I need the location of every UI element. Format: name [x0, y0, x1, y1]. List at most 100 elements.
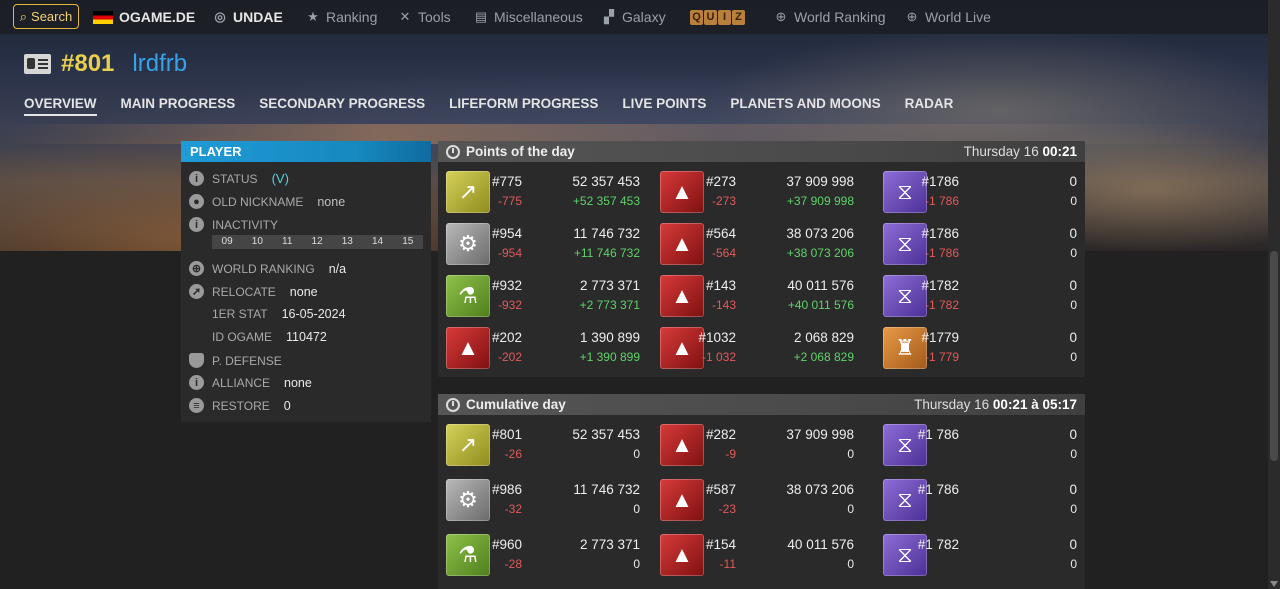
points-value: 2 773 371 [579, 278, 640, 293]
points-value: 0 [1069, 174, 1077, 189]
nav-world-ranking[interactable]: ⊕ World Ranking [774, 0, 886, 34]
rank-change: -26 [504, 447, 522, 461]
points-value: 0 [1069, 537, 1077, 552]
green-category-icon[interactable]: ⚗ [446, 275, 490, 317]
player-name[interactable]: lrdfrb [132, 50, 187, 78]
gray-category-icon[interactable]: ⚙ [446, 479, 490, 521]
gray-category-icon[interactable]: ⚙ [446, 223, 490, 265]
tools-icon: ✕ [399, 9, 411, 24]
scrollbar-thumb[interactable] [1270, 251, 1278, 461]
orange-category-icon[interactable]: ♜ [883, 327, 927, 369]
stat-cell: ⧖ #1786 0 -1 786 0 [883, 169, 1077, 215]
points-change: 0 [633, 502, 640, 516]
nav-ranking[interactable]: ★ Ranking [306, 0, 377, 34]
tab-lifeform-progress[interactable]: LIFEFORM PROGRESS [449, 96, 598, 116]
purple-category-icon[interactable]: ⧖ [883, 223, 927, 265]
red-category-icon[interactable]: ▲ [660, 424, 704, 466]
nav-world-live[interactable]: ⊕ World Live [905, 0, 991, 34]
purple-category-icon[interactable]: ⧖ [883, 275, 927, 317]
nav-miscellaneous[interactable]: ▤ Miscellaneous [474, 0, 583, 34]
undae-logo-icon: ◎ [214, 9, 226, 24]
red-category-icon[interactable]: ▲ [660, 171, 704, 213]
red-category-icon[interactable]: ▲ [660, 479, 704, 521]
points-value: 11 746 732 [573, 482, 640, 497]
alliance-row: i ALLIANCE none [189, 375, 312, 390]
quiz-logo: Q U I Z [690, 9, 745, 25]
red-category-icon[interactable]: ▲ [446, 327, 490, 369]
search-button[interactable]: ⌕ Search [13, 4, 79, 29]
rank-value: #282 [705, 427, 736, 442]
points-change: 0 [847, 502, 854, 516]
globe-icon: ⊕ [189, 261, 204, 276]
rank-value: #154 [705, 537, 736, 552]
rank-change: -1 786 [924, 246, 959, 260]
stat-cell: ♜ #1779 0 -1 779 0 [883, 325, 1077, 371]
nav-tools[interactable]: ✕ Tools [398, 0, 451, 34]
red-category-icon[interactable]: ▲ [660, 275, 704, 317]
points-value: 0 [1069, 427, 1077, 442]
rank-change: -32 [504, 502, 522, 516]
tab-bar: OVERVIEW MAIN PROGRESS SECONDARY PROGRES… [24, 96, 953, 116]
rank-value: #1779 [921, 330, 959, 345]
purple-category-icon[interactable]: ⧖ [883, 171, 927, 213]
points-value: 11 746 732 [573, 226, 640, 241]
points-value: 40 011 576 [787, 537, 854, 552]
scroll-down-arrow[interactable] [1270, 581, 1278, 587]
status-value: (V) [271, 171, 289, 186]
red-category-icon[interactable]: ▲ [660, 327, 704, 369]
rank-value: #202 [491, 330, 522, 345]
nav-quiz[interactable]: Q U I Z [690, 0, 745, 34]
points-change: +2 773 371 [579, 298, 640, 312]
yellow-category-icon[interactable]: ↗ [446, 171, 490, 213]
nav-ogame-de[interactable]: OGAME.DE [93, 0, 195, 34]
stat-cell: ⚗ #932 2 773 371 -932 +2 773 371 [446, 273, 640, 319]
tab-planets-and-moons[interactable]: PLANETS AND MOONS [730, 96, 880, 116]
globe-icon: ⊕ [906, 9, 918, 24]
stat-cell: ⚙ #986 11 746 732 -32 0 [446, 477, 640, 523]
rank-change: -23 [718, 502, 736, 516]
points-change: 0 [633, 447, 640, 461]
rank-value: #1 786 [917, 427, 959, 442]
panel-title: PLAYER [181, 141, 431, 162]
info-icon: i [189, 217, 204, 232]
rank-value: #986 [491, 482, 522, 497]
points-value: 40 011 576 [787, 278, 854, 293]
stat-cell: ▲ #1032 2 068 829 -1 032 +2 068 829 [660, 325, 854, 371]
germany-flag-icon [93, 10, 113, 24]
points-value: 0 [1069, 278, 1077, 293]
points-value: 1 390 899 [579, 330, 640, 345]
rank-value: #801 [491, 427, 522, 442]
defense-row: P. DEFENSE [189, 353, 282, 368]
rank-value: #954 [491, 226, 522, 241]
tab-radar[interactable]: RADAR [905, 96, 954, 116]
rank-change: -775 [497, 194, 522, 208]
red-category-icon[interactable]: ▲ [660, 534, 704, 576]
points-value: 2 773 371 [579, 537, 640, 552]
rank-value: #1 782 [917, 537, 959, 552]
points-change: +52 357 453 [572, 194, 640, 208]
rank-value: #564 [705, 226, 736, 241]
tab-secondary-progress[interactable]: SECONDARY PROGRESS [259, 96, 425, 116]
points-value: 0 [1069, 482, 1077, 497]
stat-cell: ▲ #587 38 073 206 -23 0 [660, 477, 854, 523]
cumulative-day-section: Cumulative day Thursday 16 00:21 à 05:17… [438, 394, 1085, 589]
player-header: #801 lrdfrb [24, 50, 187, 78]
tab-main-progress[interactable]: MAIN PROGRESS [121, 96, 236, 116]
green-category-icon[interactable]: ⚗ [446, 534, 490, 576]
nav-undae[interactable]: ◎ UNDAE [213, 0, 282, 34]
tab-overview[interactable]: OVERVIEW [24, 96, 97, 116]
page-scrollbar[interactable] [1268, 0, 1280, 589]
rank-change: -1 032 [701, 350, 736, 364]
tab-live-points[interactable]: LIVE POINTS [622, 96, 706, 116]
points-value: 38 073 206 [786, 482, 854, 497]
user-icon: ● [189, 194, 204, 209]
rank-change: -273 [711, 194, 736, 208]
nav-galaxy[interactable]: ▞ Galaxy [602, 0, 666, 34]
stat-cell: ▲ #143 40 011 576 -143 +40 011 576 [660, 273, 854, 319]
red-category-icon[interactable]: ▲ [660, 223, 704, 265]
yellow-category-icon[interactable]: ↗ [446, 424, 490, 466]
stat-cell: ▲ #273 37 909 998 -273 +37 909 998 [660, 169, 854, 215]
rank-value: #932 [491, 278, 522, 293]
rank-change: -1 779 [924, 350, 959, 364]
stat-cell: ⧖ #1 786 0 0 [883, 477, 1077, 523]
